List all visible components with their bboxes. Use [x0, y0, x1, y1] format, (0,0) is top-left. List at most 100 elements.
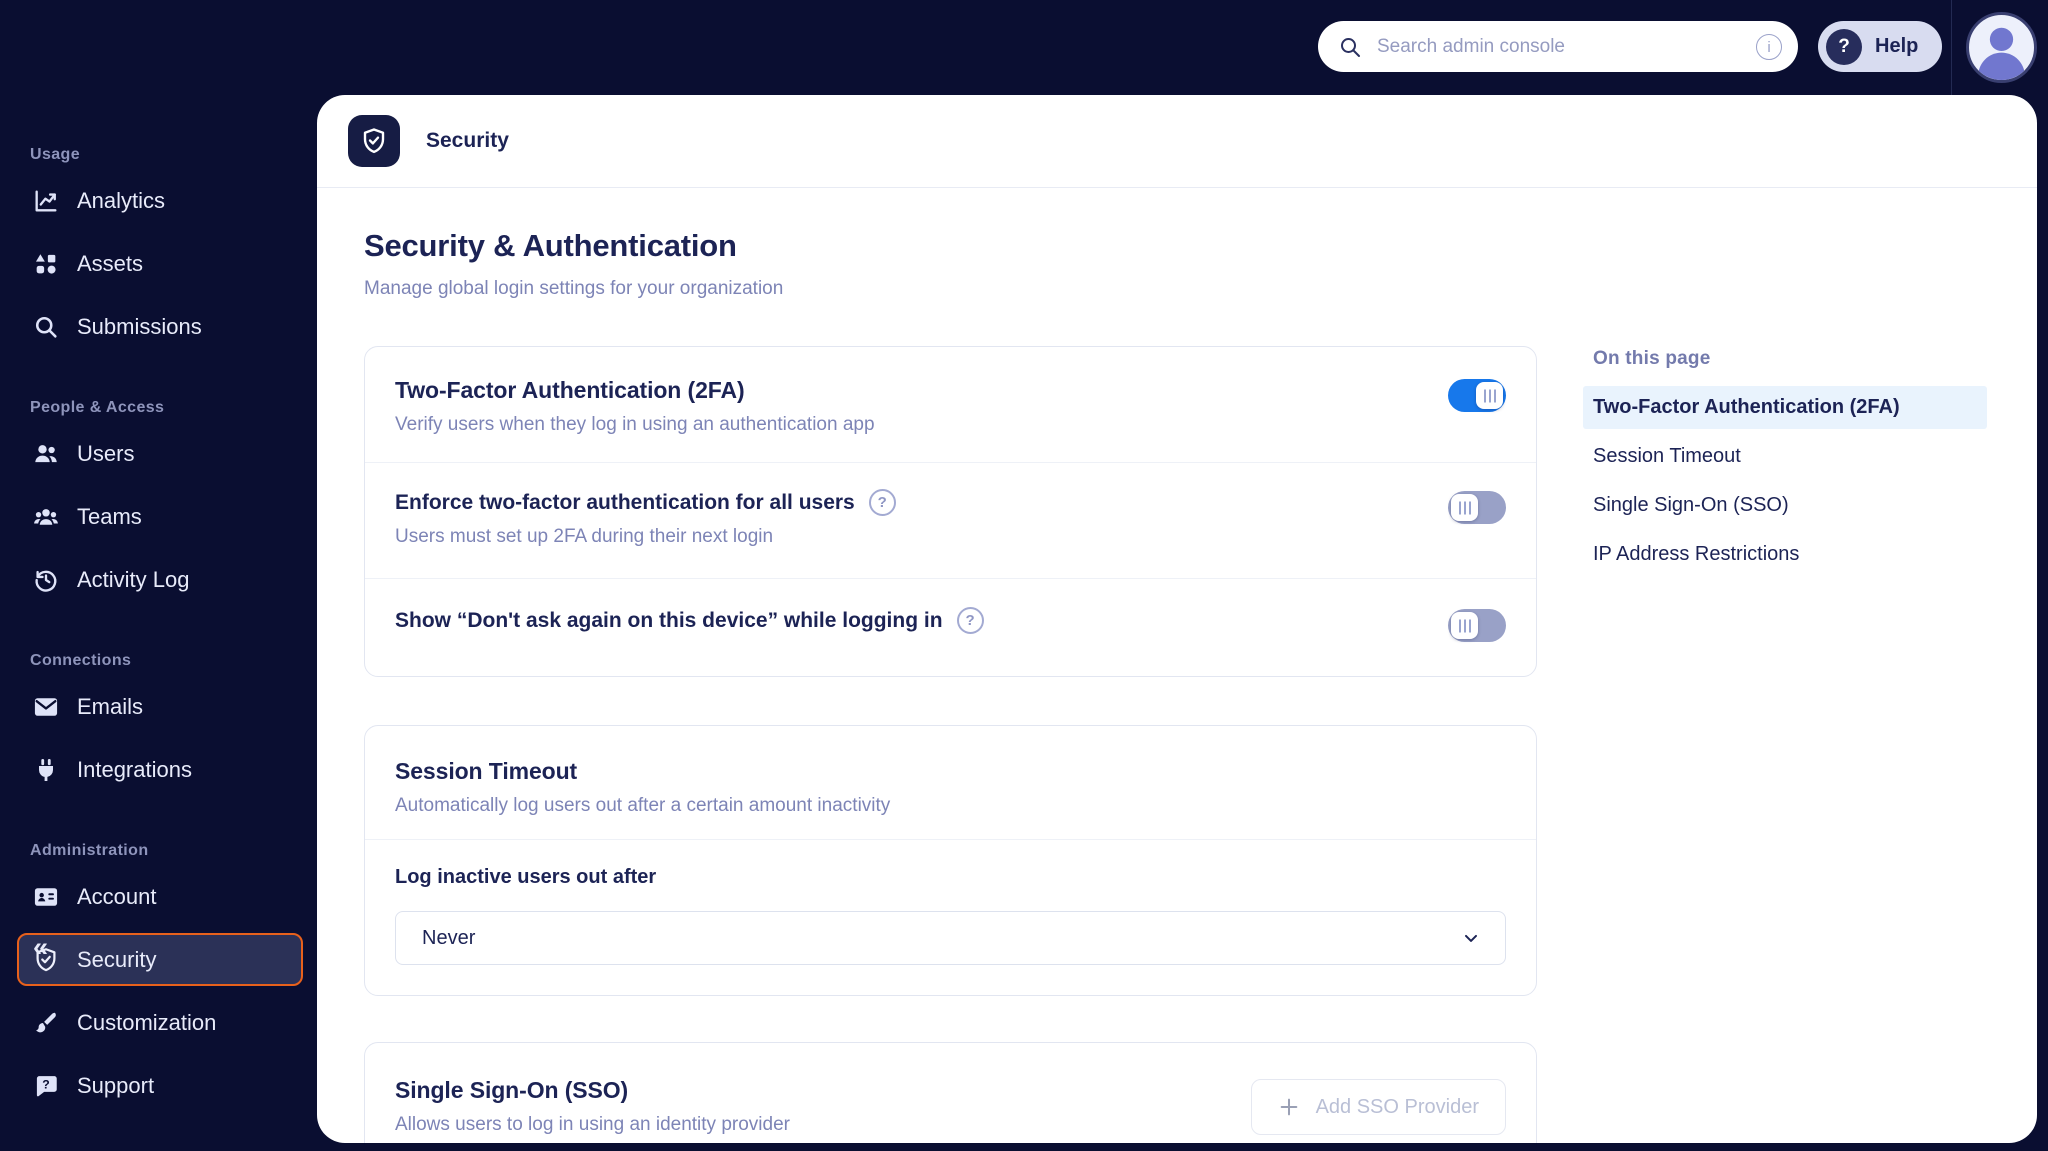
sidebar-item-customization[interactable]: Customization — [17, 996, 303, 1049]
sidebar-item-emails[interactable]: Emails — [17, 680, 303, 733]
sidebar-item-users[interactable]: Users — [17, 427, 303, 480]
twofa-subtitle: Verify users when they log in using an a… — [395, 414, 875, 436]
topbar-divider — [1951, 0, 1952, 95]
sso-text: Single Sign-On (SSO) Allows users to log… — [395, 1077, 790, 1136]
sidebar-item-account[interactable]: Account — [17, 870, 303, 923]
sidebar-section-connections: Connections — [30, 652, 317, 670]
sidebar-section-usage: Usage — [30, 146, 317, 164]
on-this-page-title: On this page — [1593, 348, 1987, 370]
users-icon — [32, 440, 60, 468]
twofa-card: Two-Factor Authentication (2FA) Verify u… — [364, 346, 1537, 677]
dont-ask-again-label: Show “Don't ask again on this device” wh… — [395, 609, 943, 633]
sidebar-item-integrations[interactable]: Integrations — [17, 743, 303, 796]
search-icon — [1338, 35, 1362, 59]
sso-card: Single Sign-On (SSO) Allows users to log… — [364, 1042, 1537, 1143]
session-timeout-subtitle: Automatically log users out after a cert… — [395, 795, 1506, 817]
help-icon[interactable]: ? — [869, 489, 896, 516]
emails-icon — [32, 693, 60, 721]
main-panel: Security Security & Authentication Manag… — [317, 95, 2037, 1143]
timeout-select[interactable]: Never — [395, 911, 1506, 965]
sidebar: Usage Analytics Assets — [0, 0, 317, 1151]
enforce-2fa-toggle[interactable] — [1448, 491, 1506, 524]
dont-ask-again-row: Show “Don't ask again on this device” wh… — [365, 578, 1536, 676]
enforce-2fa-label: Enforce two-factor authentication for al… — [395, 491, 855, 515]
search-bar[interactable]: i — [1318, 21, 1798, 72]
dont-ask-again-text: Show “Don't ask again on this device” wh… — [395, 607, 984, 634]
svg-text:?: ? — [42, 1077, 49, 1091]
integrations-icon — [32, 756, 60, 784]
avatar[interactable] — [1966, 12, 2037, 83]
sidebar-item-assets[interactable]: Assets — [17, 237, 303, 290]
sidebar-item-label: Users — [77, 441, 134, 467]
sidebar-item-label: Assets — [77, 251, 143, 277]
timeout-field-label: Log inactive users out after — [395, 866, 1506, 889]
add-sso-provider-label: Add SSO Provider — [1316, 1096, 1479, 1119]
add-sso-provider-button[interactable]: Add SSO Provider — [1251, 1079, 1506, 1135]
twofa-title: Two-Factor Authentication (2FA) — [395, 377, 875, 404]
session-timeout-title: Session Timeout — [395, 758, 1506, 785]
sidebar-item-label: Emails — [77, 694, 143, 720]
enforce-2fa-subtitle: Users must set up 2FA during their next … — [395, 526, 896, 548]
panel-header: Security — [317, 95, 2037, 188]
toggle-knob — [1451, 494, 1478, 521]
toggle-knob — [1476, 382, 1503, 409]
session-timeout-header: Session Timeout Automatically log users … — [365, 726, 1536, 840]
sidebar-item-label: Support — [77, 1073, 154, 1099]
sso-title: Single Sign-On (SSO) — [395, 1077, 790, 1104]
help-icon[interactable]: ? — [957, 607, 984, 634]
page-content: Security & Authentication Manage global … — [317, 188, 2037, 1143]
sidebar-item-teams[interactable]: Teams — [17, 490, 303, 543]
toc-item-ip-restrictions[interactable]: IP Address Restrictions — [1583, 533, 1987, 576]
help-question-icon: ? — [1826, 29, 1862, 65]
sidebar-section-administration: Administration — [30, 842, 317, 860]
sidebar-item-label: Security — [77, 947, 156, 973]
analytics-icon — [32, 187, 60, 215]
enforce-2fa-row: Enforce two-factor authentication for al… — [365, 462, 1536, 578]
dont-ask-again-toggle[interactable] — [1448, 609, 1506, 642]
account-icon — [32, 883, 60, 911]
timeout-select-value: Never — [422, 927, 475, 950]
page-title: Security & Authentication — [364, 228, 1537, 264]
sidebar-item-label: Teams — [77, 504, 142, 530]
support-chat-icon: ? — [32, 1072, 60, 1100]
sidebar-item-label: Integrations — [77, 757, 192, 783]
breadcrumb: Security — [426, 129, 509, 153]
twofa-main-row: Two-Factor Authentication (2FA) Verify u… — [365, 347, 1536, 462]
sidebar-item-label: Customization — [77, 1010, 216, 1036]
chevron-down-icon — [1461, 928, 1481, 948]
sidebar-item-analytics[interactable]: Analytics — [17, 174, 303, 227]
help-button[interactable]: ? Help — [1818, 21, 1942, 72]
sidebar-item-label: Analytics — [77, 188, 165, 214]
activity-log-icon — [32, 566, 60, 594]
search-input[interactable] — [1375, 35, 1756, 59]
sidebar-collapse-icon[interactable]: « — [33, 934, 48, 961]
toc-item-label: Two-Factor Authentication (2FA) — [1593, 396, 1900, 419]
security-badge-icon — [348, 115, 400, 167]
admin-console: i ? Help Usage Analytics — [0, 0, 2048, 1151]
toc-item-session-timeout[interactable]: Session Timeout — [1583, 435, 1987, 478]
page-subtitle: Manage global login settings for your or… — [364, 278, 1537, 300]
sidebar-item-submissions[interactable]: Submissions — [17, 300, 303, 353]
toc-item-twofa[interactable]: Two-Factor Authentication (2FA) — [1583, 386, 1987, 429]
info-icon[interactable]: i — [1756, 34, 1782, 60]
toc-item-label: Session Timeout — [1593, 445, 1741, 468]
toc-item-label: Single Sign-On (SSO) — [1593, 494, 1789, 517]
session-timeout-body: Log inactive users out after Never — [365, 840, 1536, 995]
toggle-knob — [1451, 612, 1478, 639]
sidebar-section-people-access: People & Access — [30, 399, 317, 417]
twofa-text: Two-Factor Authentication (2FA) Verify u… — [395, 377, 875, 436]
sidebar-item-label: Submissions — [77, 314, 202, 340]
user-avatar-icon — [1969, 15, 2034, 80]
toc-item-label: IP Address Restrictions — [1593, 543, 1799, 566]
on-this-page-nav: On this page Two-Factor Authentication (… — [1583, 228, 1987, 1143]
sidebar-item-activity-log[interactable]: Activity Log — [17, 553, 303, 606]
assets-icon — [32, 250, 60, 278]
twofa-toggle[interactable] — [1448, 379, 1506, 412]
settings-column: Security & Authentication Manage global … — [364, 228, 1537, 1143]
toc-item-sso[interactable]: Single Sign-On (SSO) — [1583, 484, 1987, 527]
enforce-2fa-text: Enforce two-factor authentication for al… — [395, 489, 896, 548]
sidebar-item-security[interactable]: Security — [17, 933, 303, 986]
sidebar-item-label: Activity Log — [77, 567, 190, 593]
sidebar-item-support[interactable]: ? Support — [17, 1059, 303, 1112]
help-button-label: Help — [1875, 35, 1918, 58]
